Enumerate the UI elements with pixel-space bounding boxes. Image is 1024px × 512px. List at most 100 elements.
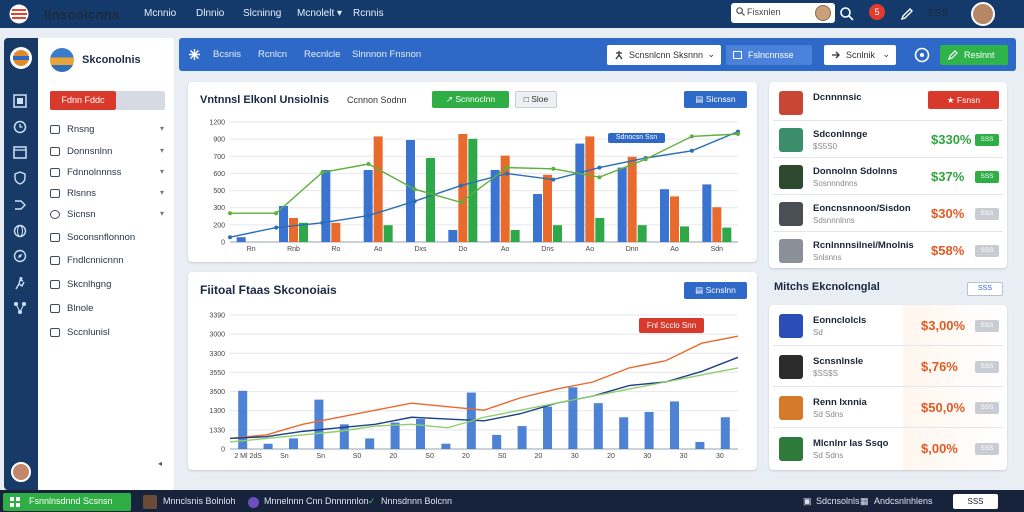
collapse-icon[interactable]: ◂ (158, 459, 162, 468)
sidebar-item-label: Donnsnlnn (67, 146, 113, 157)
product-name: Renn Ixnnia (813, 396, 867, 408)
topnav-item[interactable]: Mcnnio (144, 8, 176, 19)
product-tag[interactable]: SSS (975, 401, 999, 414)
list-row[interactable]: Renn Ixnnia Sd Sdns $50,0% SSS (769, 387, 1005, 428)
series-point (412, 199, 417, 204)
sidebar-item-label: Sicnsn (67, 209, 96, 220)
list-row[interactable]: Dcnnnnsic (769, 84, 1005, 121)
product-name: Sdconlnnge (813, 128, 868, 140)
x-tick-label: Dns (541, 246, 554, 253)
taskbar-button[interactable]: SSS (953, 494, 998, 509)
export-button[interactable]: ▤ Scnslnn (684, 282, 747, 299)
sidebar-item[interactable]: Fdnnolnnnss ▾ (50, 165, 168, 181)
series-point (597, 165, 602, 170)
sidebar-item[interactable]: Skcnlhgng (50, 277, 168, 293)
sidebar-item[interactable]: Donnsnlnn ▾ (50, 144, 168, 160)
sidebar-avatar[interactable] (11, 462, 31, 482)
series-point (689, 148, 694, 153)
range-select[interactable]: Fslncnnsse (726, 45, 812, 65)
grid-icon[interactable] (188, 48, 201, 61)
list-row[interactable]: Eonnclolcls Sd $3,00% SSS (769, 305, 1005, 346)
chart-bar (585, 136, 595, 242)
clock-icon[interactable] (13, 120, 27, 134)
sidebar-item[interactable]: Blnole (50, 301, 168, 317)
topnav-item[interactable]: Rcnnis (353, 8, 384, 19)
topbar-label[interactable]: ESS (928, 8, 948, 19)
chart-bar (617, 167, 627, 242)
calendar-icon[interactable] (13, 145, 27, 159)
header-tab[interactable]: Recnlcle (304, 49, 340, 60)
search-icon[interactable] (839, 6, 855, 22)
network-icon[interactable] (13, 301, 27, 315)
section-chip[interactable]: SSS (967, 282, 1003, 296)
app-thumb-icon[interactable] (143, 495, 157, 509)
series-point (505, 171, 510, 176)
help-icon[interactable] (914, 47, 930, 63)
product-tag[interactable]: SSS (975, 244, 999, 257)
export-button[interactable]: ▤ Sicnssn (684, 91, 747, 108)
header-tab[interactable]: Rcnlcn (258, 49, 287, 60)
sidebar-primary-button[interactable]: Fdnn Fddc (50, 91, 116, 110)
product-tag[interactable]: SSS (975, 170, 999, 183)
product-name: Eoncnsnnoon/Sisdon (813, 202, 911, 214)
taskbar-item[interactable]: Andcsnlnhlens (874, 496, 933, 506)
sidebar-item[interactable]: Sccnlunisl (50, 325, 168, 341)
chart-bar-top: 0 200 300 500 600 700 900 1200 Rn Rnb Ro Ao Dxs Do Ao D… (209, 120, 740, 253)
list-row[interactable]: Mlcnlnr Ias Ssqo Sd Sdns $,00% SSS (769, 428, 1005, 469)
compass-icon[interactable] (13, 249, 27, 263)
product-tag[interactable]: SSS (975, 319, 999, 332)
sidebar-item[interactable]: Rlsnns ▾ (50, 186, 168, 202)
series-point (505, 165, 510, 170)
taskbar-item[interactable]: Mnnclsnis Bolnloh (163, 496, 236, 506)
view-select[interactable]: Scnlnik ⌄ (824, 45, 896, 65)
topnav-item[interactable]: Mcnolelt ▾ (297, 8, 342, 19)
list-row[interactable]: Donnolnn Sdolnns Sosnnndnns $37% SSS (769, 158, 1005, 195)
app-name: Ilnsoolcnna (44, 7, 120, 22)
filter-select[interactable]: Scnsnlcnn Sksnnn ⌄ (607, 45, 721, 65)
list-row[interactable]: Rcnlnnnsilnel/Mnolnis Snlsnns $58% SSS (769, 232, 1005, 269)
product-subtext: Sosnnndnns (813, 178, 858, 188)
status-button[interactable]: Fsnnlnsdnnd Scsnsn (3, 493, 131, 511)
sidebar-item[interactable]: Sicnsn ▾ (50, 207, 168, 223)
sidebar-item[interactable]: Rnsng ▾ (50, 122, 168, 138)
item-icon (50, 210, 60, 219)
taskbar-item[interactable]: Nnnsdnnn Bolcnn (381, 496, 452, 506)
search-box[interactable]: Fisxnlen (731, 3, 835, 23)
chart-bar (289, 438, 298, 449)
taskbar-item[interactable]: Sdcnsolnls (816, 496, 860, 506)
taskbar-item[interactable]: Mnnelnnn Cnn Dnnnnnlon (264, 496, 369, 506)
topnav-item[interactable]: Slcninng (243, 8, 281, 19)
flow-icon[interactable] (13, 198, 27, 212)
series-point (228, 211, 232, 216)
x-tick-label: Sn (280, 453, 289, 460)
compare-button[interactable]: □ Sloe (515, 91, 557, 108)
save-button[interactable]: Reslnnt (940, 45, 1008, 65)
list-row[interactable]: Sdconlnnge $S5S0 $330% SSS (769, 121, 1005, 158)
product-tag[interactable]: SSS (975, 442, 999, 455)
chevron-down-icon: ▾ (159, 146, 164, 155)
sidebar-item[interactable]: Soconsnflonnon (50, 230, 168, 246)
shield-icon[interactable] (13, 171, 27, 185)
notification-badge[interactable]: 5 (869, 4, 885, 20)
header-tab[interactable]: Bcsnis (213, 49, 241, 60)
sidebar-secondary-button[interactable] (116, 91, 165, 110)
list-row[interactable]: Scnsnlnsle $SS$S $,76% SSS (769, 346, 1005, 387)
header-tab[interactable]: Slnnnon Fnsnon (352, 49, 421, 60)
globe-icon[interactable] (13, 224, 27, 238)
user-avatar[interactable] (971, 2, 995, 26)
x-tick-label: Do (458, 246, 467, 253)
chart-bar (426, 158, 435, 242)
product-tag[interactable]: SSS (975, 360, 999, 373)
period-button[interactable]: ↗ Scnnoclnn (432, 91, 509, 108)
list-row[interactable]: Eoncnsnnoon/Sisdon Sdsnnnlnns $30% SSS (769, 195, 1005, 232)
dashboard-icon[interactable] (13, 94, 27, 108)
product-tag[interactable]: SSS (975, 207, 999, 220)
series-point (643, 157, 648, 162)
pencil-icon[interactable] (899, 6, 915, 22)
chevron-down-icon: ⌄ (882, 49, 890, 59)
runner-icon[interactable] (13, 276, 27, 290)
sidebar-item[interactable]: Fndlcnnicnnn (50, 253, 168, 269)
topnav-item[interactable]: Dlnnio (196, 8, 224, 19)
search-icon (736, 7, 745, 16)
product-tag[interactable]: SSS (975, 133, 999, 146)
